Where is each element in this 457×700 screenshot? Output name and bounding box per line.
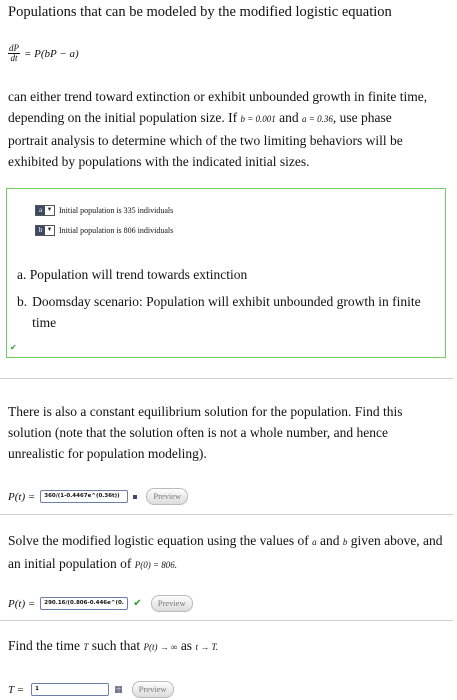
b-value: b = 0.001	[240, 114, 276, 124]
check-icon: ✔	[10, 343, 17, 352]
check-icon: ✔	[133, 598, 142, 609]
option-b-text: Doomsday scenario: Population will exhib…	[32, 294, 421, 330]
intro-and: and	[279, 110, 299, 125]
select-value-b: b	[36, 226, 45, 235]
q2-preview-button[interactable]: Preview	[150, 595, 193, 612]
q2-a: a	[312, 537, 317, 547]
intro-paragraph: can either trend toward extinction or ex…	[8, 86, 433, 172]
problem-title: Populations that can be modeled by the m…	[8, 4, 392, 20]
q1-text: There is also a constant equilibrium sol…	[8, 404, 403, 461]
equation-rhs: = P(bP − a)	[24, 47, 79, 60]
matching-select-a[interactable]: a ▼	[35, 205, 55, 216]
q2-text-1: Solve the modified logistic equation usi…	[8, 533, 309, 548]
matching-prompt-b: Initial population is 806 individuals	[59, 226, 174, 235]
q2-init: P(0) = 806.	[134, 560, 178, 570]
q3-text-1: Find the time	[8, 638, 80, 653]
q2-answer-input[interactable]: 290.16/(0.806-0.446e^(0.	[40, 597, 129, 610]
q1-preview-button[interactable]: Preview	[146, 488, 189, 505]
grid-icon[interactable]: ▦	[114, 685, 123, 695]
matching-row-a: a ▼ Initial population is 335 individual…	[35, 205, 173, 216]
derivative-denominator: dt	[10, 53, 18, 63]
q3-answer-input[interactable]: 1	[31, 683, 110, 696]
matching-row-b: b ▼ Initial population is 806 individual…	[35, 225, 173, 236]
q2-b: b	[342, 537, 348, 547]
select-value-a: a	[36, 206, 45, 215]
q3-T: T	[83, 642, 89, 652]
q3-as: as	[180, 638, 193, 653]
chevron-down-icon: ▼	[45, 206, 54, 215]
a-value: a = 0.36	[302, 114, 333, 124]
divider	[0, 514, 453, 515]
differential-equation: dP dt = P(bP − a)	[8, 44, 79, 63]
q1-answer-row: P(t) = 360/(1-0.4467e^(0.36t)) Preview	[8, 488, 189, 505]
grid-icon[interactable]	[133, 494, 138, 499]
chevron-down-icon: ▼	[45, 226, 54, 235]
q3-preview-button[interactable]: Preview	[131, 681, 174, 698]
option-a-label: a.	[17, 267, 27, 282]
matching-question-box: a ▼ Initial population is 335 individual…	[6, 188, 446, 358]
matching-prompt-a: Initial population is 335 individuals	[59, 206, 174, 215]
q2-label: P(t) =	[8, 597, 36, 610]
q3-condition: P(t) → ∞	[143, 642, 178, 652]
option-a: a. Population will trend towards extinct…	[17, 264, 437, 285]
q3-label: T =	[8, 683, 25, 696]
derivative-fraction: dP dt	[8, 44, 20, 63]
divider	[0, 378, 453, 379]
q3-text-2: such that	[91, 638, 141, 653]
q3-text: Find the time T such that P(t) → ∞ as t …	[8, 635, 443, 658]
q2-and: and	[319, 533, 340, 548]
q3-limit: t → T.	[195, 642, 219, 652]
option-a-text: Population will trend towards extinction	[29, 267, 248, 282]
matching-select-b[interactable]: b ▼	[35, 225, 55, 236]
q1-answer-input[interactable]: 360/(1-0.4467e^(0.36t))	[40, 490, 129, 503]
q3-answer-row: T = 1 ▦ Preview	[8, 681, 174, 698]
option-b: b. Doomsday scenario: Population will ex…	[17, 291, 437, 333]
option-b-label: b.	[17, 294, 28, 309]
q1-label: P(t) =	[8, 490, 36, 503]
q2-text: Solve the modified logistic equation usi…	[8, 530, 443, 576]
divider	[0, 620, 453, 621]
q2-answer-row: P(t) = 290.16/(0.806-0.446e^(0. ✔ Previe…	[8, 595, 193, 612]
